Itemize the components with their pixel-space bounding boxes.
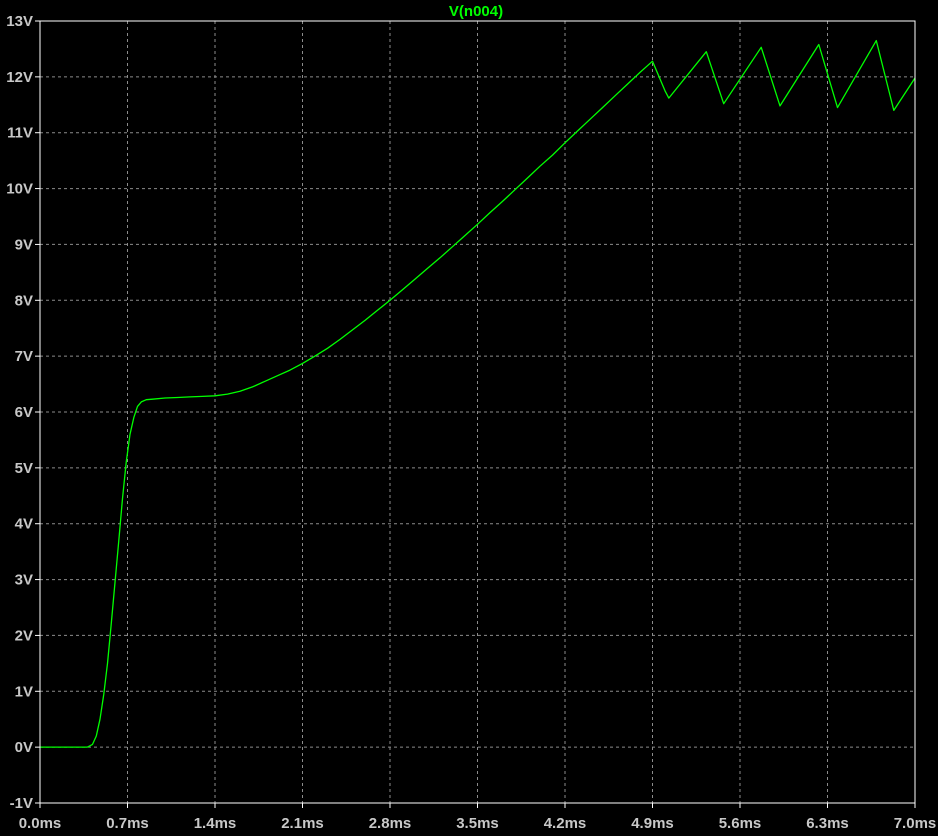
x-tick-label: 1.4ms — [194, 815, 237, 832]
y-tick-label: -1V — [10, 795, 33, 812]
x-tick-label: 2.8ms — [369, 815, 412, 832]
x-tick-label: 0.0ms — [19, 815, 62, 832]
y-tick-label: 10V — [6, 181, 33, 198]
trace-title: V(n004) — [449, 3, 503, 20]
x-tick-label: 4.9ms — [631, 815, 674, 832]
chart-svg: 0.0ms 0.7ms 1.4ms 2.1ms 2.8ms 3.5ms 4.2ms 4.9ms… — [0, 0, 938, 836]
y-tick-label: 11V — [7, 125, 33, 142]
x-tick-label: 4.2ms — [544, 815, 587, 832]
x-tick-label: 6.3ms — [806, 815, 849, 832]
x-tick-label: 2.1ms — [281, 815, 324, 832]
y-tick-label: 7V — [15, 348, 33, 365]
y-tick-label: 6V — [15, 404, 33, 421]
x-tick-label: 0.7ms — [106, 815, 149, 832]
y-tick-label: 13V — [6, 13, 33, 30]
y-tick-label: 8V — [15, 292, 33, 309]
y-tick-label: 12V — [6, 69, 33, 86]
y-tick-label: 1V — [15, 683, 33, 700]
x-tick-label: 7.0ms — [894, 815, 937, 832]
x-tick-label: 5.6ms — [719, 815, 762, 832]
y-tick-label: 0V — [15, 739, 33, 756]
y-tick-label: 2V — [15, 627, 33, 644]
y-tick-label: 5V — [15, 460, 33, 477]
plot-background — [0, 0, 938, 836]
x-tick-label: 3.5ms — [456, 815, 499, 832]
y-tick-label: 4V — [15, 516, 33, 533]
y-tick-label: 9V — [15, 236, 33, 253]
y-tick-label: 3V — [15, 572, 33, 589]
